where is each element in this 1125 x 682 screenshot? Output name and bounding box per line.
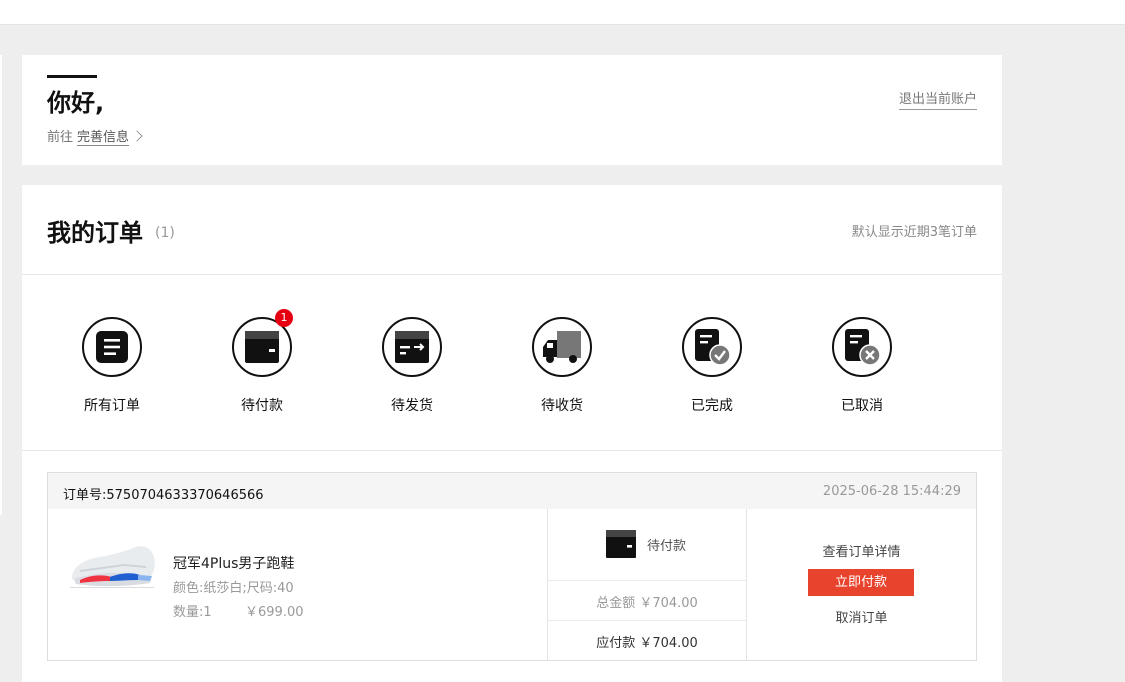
cancel-order-link[interactable]: 取消订单 [747,607,976,626]
status-to-receive[interactable]: 待收货 [512,317,612,415]
status-circle [682,317,742,377]
to-ship-icon [395,331,429,363]
order-number: 订单号:5750704633370646566 [63,488,264,503]
product-attributes: 颜色:纸莎白;尺码:40 [173,581,294,596]
status-label: 已完成 [691,398,733,414]
orders-header-divider [22,274,1002,275]
status-circle [832,317,892,377]
all-orders-icon [96,331,128,363]
status-label: 待收货 [541,398,583,414]
status-label: 所有订单 [84,398,140,414]
status-row-divider [22,450,1002,451]
goto-prefix: 前往 [47,130,74,145]
greeting-title: 你好, [47,89,105,117]
status-label: 待发货 [391,398,433,414]
product-image[interactable] [66,521,160,601]
status-to-ship[interactable]: 待发货 [362,317,462,415]
status-circle [382,317,442,377]
orders-title: 我的订单 [47,219,143,247]
order-payable: 应付款 ￥704.00 [596,636,698,651]
status-completed[interactable]: 已完成 [662,317,762,415]
chevron-right-icon [131,130,143,142]
product-price: ￥699.00 [245,605,304,620]
product-quantity: 数量:1 [173,605,212,620]
orders-card: 我的订单 (1) 默认显示近期3笔订单 所有订单 1 待付款 待发货 待收货 已… [22,185,1002,682]
status-cancelled[interactable]: 已取消 [812,317,912,415]
row-divider [548,620,746,621]
product-name[interactable]: 冠军4Plus男子跑鞋 [173,553,294,573]
welcome-card: 你好, 前往 完善信息 退出当前账户 [22,55,1002,165]
status-circle [532,317,592,377]
view-order-detail-link[interactable]: 查看订单详情 [747,541,976,560]
left-panel-edge [0,55,2,515]
complete-profile-link[interactable]: 完善信息 [77,130,130,146]
delivery-truck-icon [543,331,581,363]
orders-note: 默认显示近期3笔订单 [851,225,977,240]
status-all-orders[interactable]: 所有订单 [62,317,162,415]
order-time: 2025-06-28 15:44:29 [822,484,961,499]
status-label: 已取消 [841,398,883,414]
order-status: 待付款 [606,530,686,558]
order-card: 订单号:5750704633370646566 2025-06-28 15:44… [47,472,977,661]
pay-now-button[interactable]: 立即付款 [808,569,914,596]
completed-icon [695,329,731,366]
status-circle [82,317,142,377]
profile-prompt: 前往 完善信息 [47,126,143,146]
top-bar [0,0,1125,25]
pending-payment-badge: 1 [275,309,293,327]
status-pending-payment[interactable]: 1 待付款 [212,309,312,415]
orders-count: (1) [155,225,175,241]
wallet-icon [245,331,279,363]
order-status-text: 待付款 [647,538,687,554]
order-header: 订单号:5750704633370646566 2025-06-28 15:44… [48,473,976,509]
status-label: 待付款 [241,398,283,414]
row-divider [548,580,746,581]
column-divider [746,509,747,660]
title-accent-bar [47,75,97,78]
wallet-icon [606,530,636,558]
cancelled-icon [845,329,881,366]
logout-link[interactable]: 退出当前账户 [898,91,977,110]
order-total: 总金额 ￥704.00 [596,596,698,611]
status-circle: 1 [232,309,293,377]
